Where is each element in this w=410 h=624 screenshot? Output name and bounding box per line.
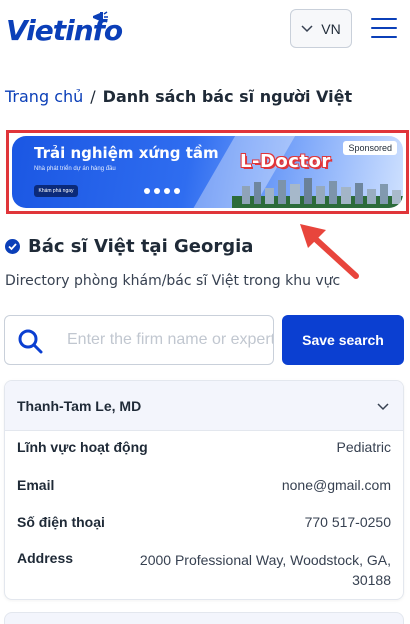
- sponsored-banner[interactable]: Trải nghiệm xứng tầm Nhà phát triển dự á…: [12, 136, 403, 208]
- breadcrumb-current: Danh sách bác sĩ người Việt: [102, 87, 353, 106]
- banner-subtitle: Nhà phát triển dự án hàng đầu: [34, 166, 116, 172]
- doctor-name: Thanh-Tam Le, MD: [17, 397, 142, 414]
- breadcrumb-home-link[interactable]: Trang chủ: [5, 87, 83, 106]
- chevron-down-icon[interactable]: [375, 398, 391, 414]
- banner-brand: L-Doctor: [240, 151, 331, 172]
- sponsored-banner-highlight: Trải nghiệm xứng tầm Nhà phát triển dự á…: [6, 130, 409, 214]
- language-label: VN: [321, 20, 341, 37]
- field-value[interactable]: 770 517-0250: [305, 514, 391, 530]
- chevron-down-icon: [301, 24, 313, 32]
- field-label: Lĩnh vực hoạt động: [17, 439, 148, 455]
- search-input[interactable]: [67, 316, 273, 364]
- city-skyline-image: [232, 178, 403, 208]
- field-label: Email: [17, 477, 55, 493]
- header: Vietinfo VN: [0, 0, 410, 70]
- banner-cta-button[interactable]: Khám phá ngay: [34, 185, 78, 197]
- breadcrumb: Trang chủ / Danh sách bác sĩ người Việt: [5, 87, 352, 106]
- language-selector[interactable]: VN: [290, 9, 352, 48]
- breadcrumb-separator: /: [90, 87, 96, 106]
- section-title: Bác sĩ Việt tại Georgia: [28, 236, 254, 257]
- search-icon: [18, 329, 43, 354]
- doctor-card: Thanh-Tam Le, MD Lĩnh vực hoạt động Pedi…: [4, 380, 404, 600]
- search-box[interactable]: [4, 315, 274, 365]
- section-heading: Bác sĩ Việt tại Georgia: [5, 236, 253, 257]
- megaphone-icon: [93, 11, 108, 23]
- save-search-button[interactable]: Save search: [282, 315, 404, 365]
- hamburger-menu-icon[interactable]: [371, 18, 397, 38]
- field-value[interactable]: none@gmail.com: [282, 477, 391, 493]
- field-value: 2000 Professional Way, Woodstock, GA, 30…: [139, 552, 391, 588]
- banner-title: Trải nghiệm xứng tầm: [34, 144, 219, 162]
- field-label: Address: [17, 550, 74, 566]
- banner-social-icons: [144, 188, 180, 194]
- vietinfo-logo[interactable]: Vietinfo: [6, 10, 151, 54]
- doctor-card-header[interactable]: Thanh-Tam Le, MD: [5, 381, 403, 431]
- doctor-card-next[interactable]: [4, 612, 404, 624]
- field-value: Pediatric: [336, 439, 391, 455]
- verified-check-icon: [5, 239, 20, 254]
- section-description: Directory phòng khám/bác sĩ Việt trong k…: [5, 273, 341, 289]
- field-label: Số điện thoại: [17, 514, 105, 530]
- sponsored-label: Sponsored: [343, 141, 397, 155]
